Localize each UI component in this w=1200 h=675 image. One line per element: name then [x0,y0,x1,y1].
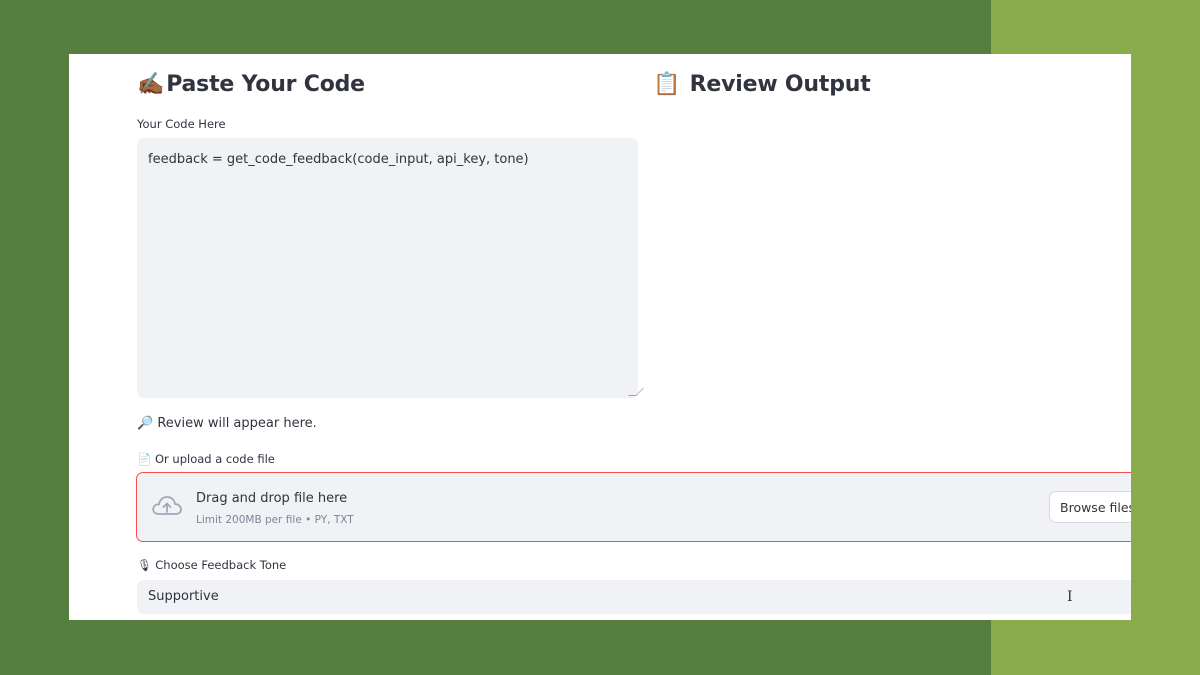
tone-select[interactable]: Supportive [137,580,1131,614]
text-cursor-icon: I [1067,589,1073,605]
browse-files-button[interactable]: Browse files [1049,491,1131,523]
file-dropzone[interactable]: Drag and drop file here Limit 200MB per … [136,472,1131,542]
clipboard-icon: 📋 [653,72,681,97]
dropzone-title: Drag and drop file here [196,491,348,506]
review-output-heading-text: Review Output [689,72,871,97]
resize-handle[interactable] [628,388,644,396]
review-placeholder: 🔎 Review will appear here. [137,416,317,431]
paste-code-heading-text: Paste Your Code [166,72,365,97]
writing-hand-icon: ✍🏾 [137,72,165,97]
dropzone-limit: Limit 200MB per file • PY, TXT [196,514,354,526]
tone-selected-value: Supportive [148,589,219,604]
code-input-textarea[interactable]: feedback = get_code_feedback(code_input,… [137,138,644,398]
code-input-value: feedback = get_code_feedback(code_input,… [148,152,529,167]
review-output-heading: 📋 Review Output [653,72,871,97]
app-panel: ✍🏾Paste Your Code 📋 Review Output Your C… [69,54,1131,620]
paste-code-heading: ✍🏾Paste Your Code [137,72,365,97]
upload-label: 📄 Or upload a code file [137,452,275,466]
code-input-label: Your Code Here [137,117,226,131]
tone-label: 🎙 Choose Feedback Tone [137,558,287,572]
cloud-upload-icon [152,496,182,515]
